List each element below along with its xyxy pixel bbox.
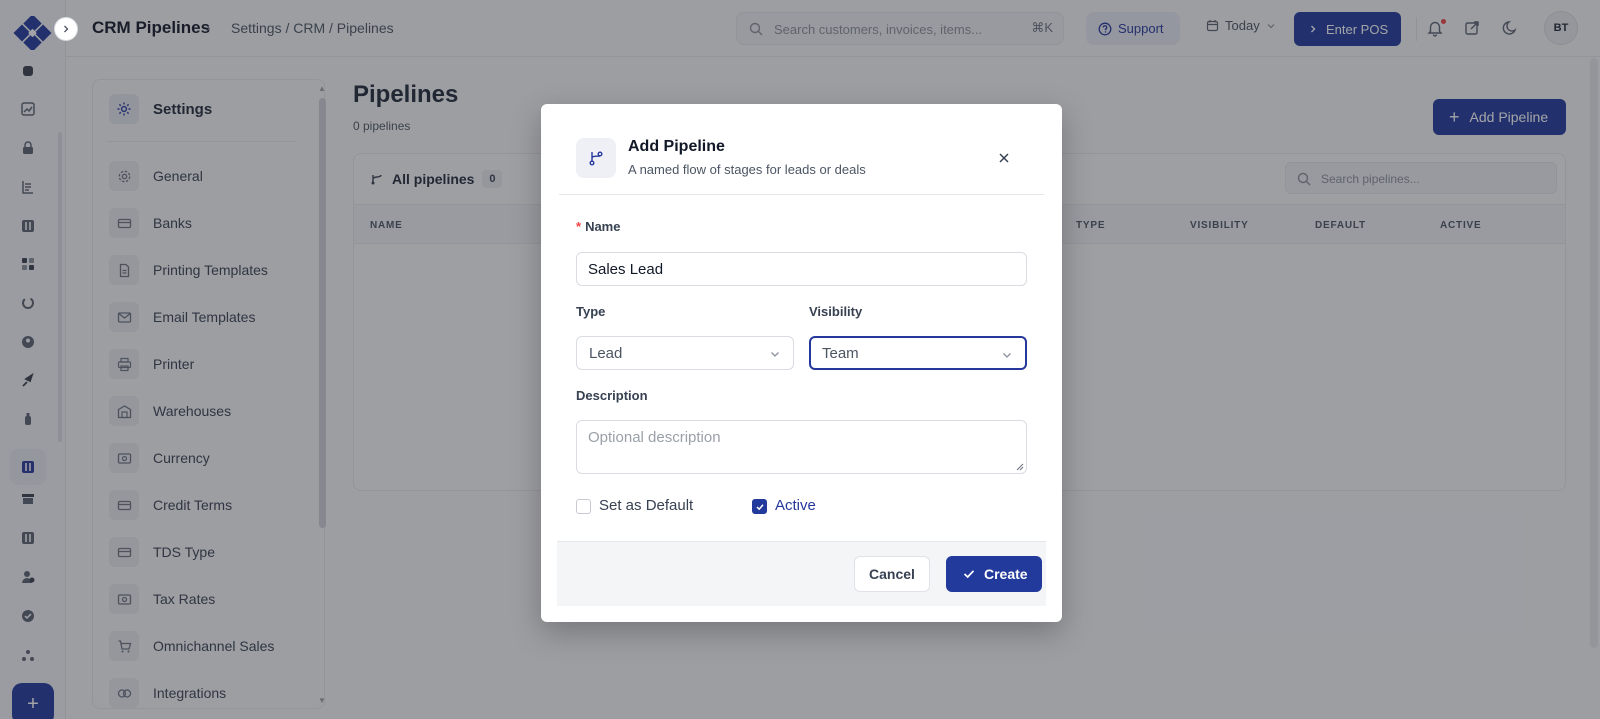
dialog-subtitle: A named flow of stages for leads or deal…: [628, 162, 866, 177]
name-input[interactable]: Sales Lead: [576, 252, 1027, 286]
pipeline-branch-icon: [576, 138, 616, 178]
chevron-down-icon: [771, 352, 779, 357]
name-label: * Name: [576, 219, 620, 234]
description-placeholder: Optional description: [588, 429, 721, 446]
create-label: Create: [984, 566, 1028, 582]
description-label: Description: [576, 388, 648, 403]
dialog-title: Add Pipeline: [628, 138, 725, 155]
sidebar-toggle-button[interactable]: [54, 17, 78, 41]
required-asterisk: *: [576, 219, 582, 234]
add-pipeline-dialog: Add Pipeline A named flow of stages for …: [541, 104, 1062, 622]
chevron-right-icon: [64, 25, 69, 33]
type-select[interactable]: Lead: [576, 336, 794, 370]
chevron-down-icon: [1003, 353, 1011, 358]
set-default-checkbox[interactable]: [576, 499, 591, 514]
resize-grip-icon[interactable]: [1016, 463, 1024, 471]
type-value: Lead: [589, 345, 623, 362]
check-icon: [755, 503, 764, 510]
active-checkbox[interactable]: [752, 499, 767, 514]
check-icon: [963, 570, 975, 579]
visibility-label: Visibility: [809, 304, 863, 319]
type-label: Type: [576, 304, 606, 319]
set-default-label[interactable]: Set as Default: [599, 497, 693, 514]
dialog-footer: Cancel Create: [557, 541, 1046, 606]
visibility-select[interactable]: Team: [809, 336, 1027, 370]
close-icon[interactable]: [996, 150, 1012, 166]
description-textarea[interactable]: Optional description: [576, 420, 1027, 474]
visibility-value: Team: [822, 345, 859, 362]
name-label-text: Name: [585, 219, 621, 234]
cancel-button[interactable]: Cancel: [854, 556, 930, 592]
active-label[interactable]: Active: [775, 497, 816, 514]
create-button[interactable]: Create: [946, 556, 1042, 592]
dialog-divider: [559, 194, 1044, 195]
